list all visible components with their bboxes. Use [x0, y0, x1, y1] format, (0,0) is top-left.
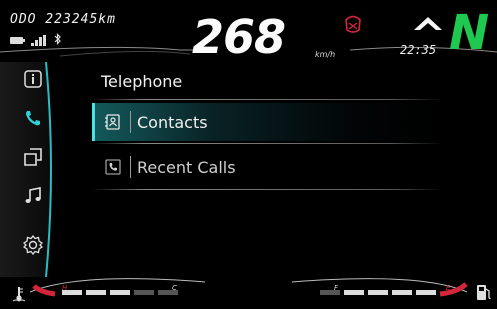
- shift-up-indicator-icon: [414, 17, 442, 30]
- battery-icon: [10, 36, 25, 44]
- sidebar-item-info[interactable]: [20, 66, 46, 92]
- menu-item-label: Recent Calls: [137, 157, 236, 177]
- engine-temp-cold-label: C: [172, 284, 177, 292]
- fuel-low-zone: [439, 282, 468, 297]
- page-title: Telephone: [101, 72, 183, 91]
- signal-strength-icon: [31, 34, 46, 46]
- speed-readout: 268: [192, 10, 286, 64]
- item-divider: [92, 189, 442, 190]
- menu-item-contacts[interactable]: Contacts: [92, 103, 442, 141]
- fuel-segment: [344, 290, 364, 295]
- fuel-pump-icon: [477, 285, 491, 300]
- fuel-segment: [416, 290, 436, 295]
- media-sync-icon: [24, 148, 42, 166]
- instrument-cluster-screen: ODO 223245km 268 km/h 22:35 N Telephone …: [0, 0, 497, 309]
- speed-unit: km/h: [315, 50, 336, 59]
- engine-temp-segment: [110, 290, 130, 295]
- engine-temp-segment: [86, 290, 106, 295]
- sidebar-item-telephone[interactable]: [20, 105, 46, 131]
- clock: 22:35: [400, 43, 437, 57]
- fuel-full-label: F: [334, 284, 339, 292]
- item-divider: [92, 143, 442, 144]
- status-icons: [10, 32, 62, 48]
- info-icon: [24, 70, 42, 88]
- bottom-gauges: [29, 278, 468, 297]
- fuel-empty-label: E: [446, 284, 451, 292]
- fuel-segment: [392, 290, 412, 295]
- menu-item-label: Contacts: [137, 112, 208, 132]
- sidebar-item-music[interactable]: [20, 183, 46, 209]
- recent-calls-icon: [102, 156, 124, 178]
- title-divider: [92, 99, 442, 100]
- gear-indicator: N: [449, 5, 490, 61]
- phone-icon: [26, 111, 40, 126]
- tire-pressure-warning-icon: [345, 15, 361, 33]
- engine-temp-hot-label: H: [62, 284, 68, 292]
- item-separator: [130, 156, 131, 178]
- engine-temperature-icon: [12, 287, 26, 302]
- music-note-icon: [25, 187, 41, 203]
- contacts-book-icon: [102, 111, 124, 133]
- engine-temp-segment: [134, 290, 154, 295]
- odometer-readout: ODO 223245km: [10, 12, 116, 27]
- sidebar-item-media-sync[interactable]: [20, 144, 46, 170]
- sidebar-item-settings[interactable]: [20, 232, 46, 258]
- sidebar-menu: [0, 62, 52, 277]
- menu-item-recent-calls[interactable]: Recent Calls: [92, 148, 442, 186]
- fuel-segment: [368, 290, 388, 295]
- bluetooth-icon: [54, 33, 62, 47]
- settings-gear-icon: [23, 235, 43, 255]
- item-separator: [130, 111, 131, 133]
